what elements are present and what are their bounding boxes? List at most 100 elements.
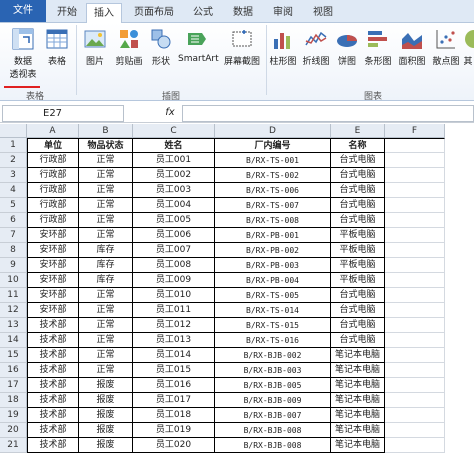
table-cell[interactable]: 台式电脑 xyxy=(331,183,385,198)
row-header[interactable]: 2 xyxy=(0,153,27,168)
table-cell[interactable]: 行政部 xyxy=(27,153,79,168)
row-header[interactable]: 17 xyxy=(0,378,27,393)
tab-page-layout[interactable]: 页面布局 xyxy=(130,3,178,22)
pivot-table-button[interactable]: 数据 透视表 xyxy=(6,27,40,80)
table-cell[interactable]: 员工019 xyxy=(133,423,215,438)
row-header[interactable]: 20 xyxy=(0,423,27,438)
column-header-c[interactable]: C xyxy=(133,124,215,138)
row-header[interactable]: 12 xyxy=(0,303,27,318)
table-cell[interactable]: B/RX-TS-008 xyxy=(215,213,331,228)
table-cell[interactable]: 库存 xyxy=(79,243,133,258)
tab-file[interactable]: 文件 xyxy=(0,0,46,22)
tab-data[interactable]: 数据 xyxy=(228,3,258,22)
row-header[interactable]: 3 xyxy=(0,168,27,183)
table-cell[interactable] xyxy=(385,408,445,423)
picture-button[interactable]: 图片 xyxy=(82,27,108,67)
table-cell[interactable]: 安环部 xyxy=(27,258,79,273)
tab-home[interactable]: 开始 xyxy=(52,3,82,22)
table-cell[interactable]: 员工016 xyxy=(133,378,215,393)
table-cell[interactable]: 行政部 xyxy=(27,213,79,228)
table-cell[interactable]: 平板电脑 xyxy=(331,228,385,243)
table-cell[interactable]: 平板电脑 xyxy=(331,258,385,273)
table-cell[interactable]: 厂内编号 xyxy=(215,138,331,153)
table-cell[interactable]: 技术部 xyxy=(27,438,79,453)
table-cell[interactable] xyxy=(385,213,445,228)
insert-function-icon[interactable]: fx xyxy=(160,105,180,120)
table-cell[interactable]: 正常 xyxy=(79,318,133,333)
screenshot-button[interactable]: 屏幕截图 xyxy=(220,27,264,67)
row-header[interactable]: 5 xyxy=(0,198,27,213)
tab-formulas[interactable]: 公式 xyxy=(188,3,218,22)
column-header-e[interactable]: E xyxy=(331,124,385,138)
table-cell[interactable] xyxy=(385,333,445,348)
table-cell[interactable]: 行政部 xyxy=(27,183,79,198)
smartart-button[interactable]: SmartArt xyxy=(178,27,219,64)
table-cell[interactable]: 单位 xyxy=(27,138,79,153)
table-cell[interactable]: 正常 xyxy=(79,348,133,363)
name-box[interactable]: E27 xyxy=(2,105,124,122)
table-cell[interactable]: 技术部 xyxy=(27,408,79,423)
table-cell[interactable] xyxy=(385,198,445,213)
table-cell[interactable]: 员工012 xyxy=(133,318,215,333)
tab-insert[interactable]: 插入 xyxy=(86,3,122,23)
table-cell[interactable] xyxy=(385,423,445,438)
formula-input[interactable] xyxy=(182,105,474,122)
table-cell[interactable]: 技术部 xyxy=(27,393,79,408)
row-header[interactable]: 21 xyxy=(0,438,27,453)
row-header[interactable]: 13 xyxy=(0,318,27,333)
table-cell[interactable]: 台式电脑 xyxy=(331,153,385,168)
table-cell[interactable]: 技术部 xyxy=(27,333,79,348)
scatter-chart-button[interactable]: 散点图 xyxy=(430,27,462,67)
table-cell[interactable]: 正常 xyxy=(79,198,133,213)
table-cell[interactable]: 行政部 xyxy=(27,198,79,213)
row-header[interactable]: 10 xyxy=(0,273,27,288)
table-cell[interactable]: 台式电脑 xyxy=(331,288,385,303)
table-cell[interactable]: 正常 xyxy=(79,303,133,318)
pie-chart-button[interactable]: 饼图 xyxy=(334,27,360,67)
table-cell[interactable] xyxy=(385,153,445,168)
table-cell[interactable]: 物品状态 xyxy=(79,138,133,153)
table-cell[interactable]: 台式电脑 xyxy=(331,333,385,348)
table-cell[interactable]: 正常 xyxy=(79,183,133,198)
table-cell[interactable] xyxy=(385,303,445,318)
table-cell[interactable]: 技术部 xyxy=(27,378,79,393)
tab-view[interactable]: 视图 xyxy=(308,3,338,22)
line-chart-button[interactable]: 折线图 xyxy=(300,27,332,67)
table-cell[interactable]: 笔记本电脑 xyxy=(331,348,385,363)
table-cell[interactable]: B/RX-TS-001 xyxy=(215,153,331,168)
table-cell[interactable]: 笔记本电脑 xyxy=(331,438,385,453)
area-chart-button[interactable]: 面积图 xyxy=(396,27,428,67)
table-cell[interactable]: 平板电脑 xyxy=(331,243,385,258)
table-cell[interactable]: 技术部 xyxy=(27,348,79,363)
table-cell[interactable]: 员工015 xyxy=(133,363,215,378)
row-header[interactable]: 18 xyxy=(0,393,27,408)
table-cell[interactable]: 行政部 xyxy=(27,168,79,183)
table-cell[interactable]: 安环部 xyxy=(27,303,79,318)
table-cell[interactable]: 库存 xyxy=(79,273,133,288)
table-cell[interactable]: 员工013 xyxy=(133,333,215,348)
table-cell[interactable]: B/RX-BJB-002 xyxy=(215,348,331,363)
clipart-button[interactable]: 剪贴画 xyxy=(112,27,146,67)
table-cell[interactable]: 正常 xyxy=(79,168,133,183)
table-cell[interactable]: 员工006 xyxy=(133,228,215,243)
table-cell[interactable] xyxy=(385,393,445,408)
column-header-f[interactable]: F xyxy=(385,124,445,138)
row-header[interactable]: 6 xyxy=(0,213,27,228)
row-header[interactable]: 7 xyxy=(0,228,27,243)
table-cell[interactable]: 台式电脑 xyxy=(331,198,385,213)
table-cell[interactable]: 正常 xyxy=(79,363,133,378)
table-cell[interactable]: 台式电脑 xyxy=(331,213,385,228)
table-cell[interactable]: 台式电脑 xyxy=(331,168,385,183)
table-cell[interactable] xyxy=(385,228,445,243)
table-cell[interactable]: 技术部 xyxy=(27,318,79,333)
table-cell[interactable]: B/RX-BJB-005 xyxy=(215,378,331,393)
table-cell[interactable]: 安环部 xyxy=(27,228,79,243)
table-cell[interactable]: 技术部 xyxy=(27,363,79,378)
table-cell[interactable]: 报废 xyxy=(79,378,133,393)
table-cell[interactable]: 员工007 xyxy=(133,243,215,258)
table-cell[interactable] xyxy=(385,273,445,288)
table-cell[interactable]: 正常 xyxy=(79,228,133,243)
table-cell[interactable]: 名称 xyxy=(331,138,385,153)
table-cell[interactable]: 员工008 xyxy=(133,258,215,273)
table-cell[interactable] xyxy=(385,258,445,273)
